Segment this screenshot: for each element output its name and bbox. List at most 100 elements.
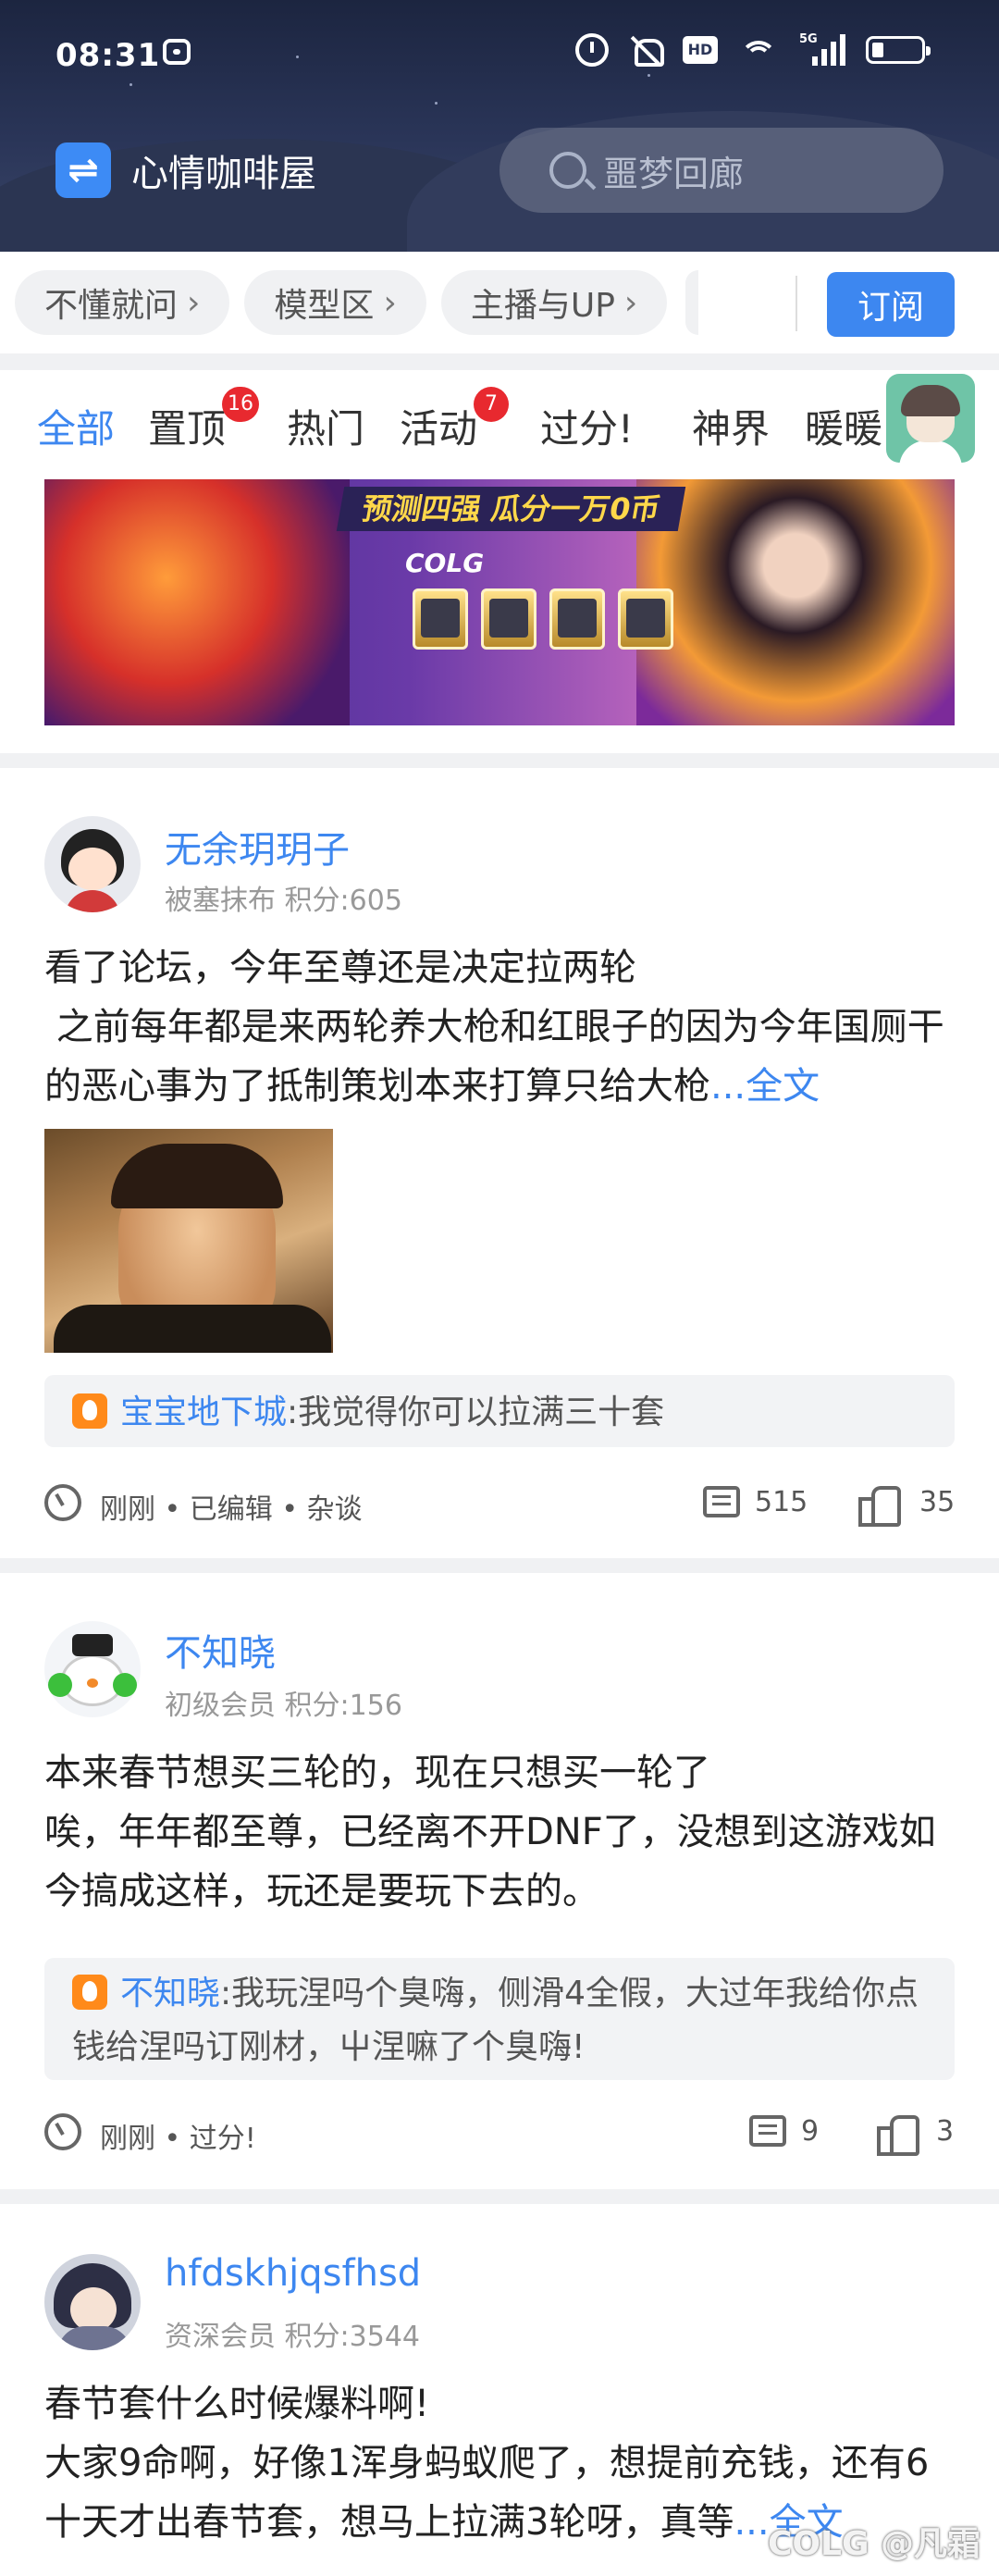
reply-username[interactable]: 不知晓 (120, 1975, 220, 2012)
tab-label: 置顶 (148, 406, 227, 452)
tab-hot[interactable]: 热门 (287, 398, 364, 454)
reply-username[interactable]: 宝宝地下城 (120, 1393, 287, 1431)
user-rank: 被塞抹布 (165, 885, 276, 917)
subscribe-button[interactable]: 订阅 (827, 272, 955, 337)
wifi-icon (738, 35, 779, 65)
banner-item-icon (413, 588, 468, 650)
chip-category[interactable]: 模型区 › (244, 270, 426, 335)
hot-reply[interactable]: 宝宝地下城:我觉得你可以拉满三十套 (44, 1375, 955, 1447)
divider (0, 353, 999, 370)
avatar[interactable] (44, 816, 141, 912)
avatar[interactable] (44, 1621, 141, 1717)
banner-item-icon (549, 588, 605, 650)
post-text-line: 看了论坛，今年至尊还是决定拉两轮 (44, 947, 636, 989)
status-bar: 08:31 HD 5G (0, 0, 999, 111)
like-icon[interactable] (858, 1484, 901, 1527)
tab-label: 活动 (400, 406, 478, 452)
reply-text: :我觉得你可以拉满三十套 (287, 1393, 665, 1431)
user-points: 积分:3544 (284, 2321, 421, 2353)
post-meta: 刚刚 • 已编辑 • 杂谈 (100, 1486, 363, 1527)
fire-icon (72, 1975, 107, 2010)
tab-pinned[interactable]: 置顶 16 (148, 387, 259, 454)
fire-icon (72, 1393, 107, 1429)
search-box[interactable]: 噩梦回廊 (500, 128, 944, 213)
post-user-meta: 初级会员 积分:156 (165, 1682, 402, 1723)
status-icons: HD 5G (575, 32, 931, 67)
chevron-right-icon: › (623, 283, 638, 322)
user-points: 积分:156 (284, 1690, 402, 1722)
post-meta-row: 刚刚 • 已编辑 • 杂谈 515 35 (44, 1475, 955, 1530)
like-count: 35 (919, 1486, 956, 1518)
switch-forum-icon[interactable] (56, 142, 111, 198)
tab-events[interactable]: 活动 7 (400, 387, 509, 454)
category-chip-bar: 不懂就问 › 模型区 › 主播与UP › 订阅 (0, 252, 999, 353)
status-time: 08:31 (56, 37, 161, 74)
chevron-right-icon: › (187, 283, 201, 322)
post-text-line: 本来春节想买三轮的，现在只想买一轮了 (44, 1752, 710, 1794)
divider (0, 1558, 999, 1573)
post-tags: • 已编辑 • 杂谈 (164, 1493, 363, 1526)
chip-category[interactable]: 不懂就问 › (15, 270, 230, 335)
post-user-meta: 被塞抹布 积分:605 (165, 877, 402, 918)
tab-badge: 16 (222, 387, 259, 422)
post-user-meta: 资深会员 积分:3544 (165, 2313, 420, 2354)
divider (0, 2189, 999, 2204)
tab-badge: 7 (474, 387, 509, 422)
promo-banner[interactable]: 预测四强 瓜分一万0币 COLG (44, 479, 955, 725)
mute-icon (629, 33, 664, 67)
banner-items (413, 588, 673, 650)
user-rank: 资深会员 (165, 2321, 276, 2353)
floating-avatar[interactable] (886, 374, 975, 463)
tab-all[interactable]: 全部 (37, 398, 115, 454)
comment-icon[interactable] (703, 1486, 740, 1517)
network-type: 5G (799, 32, 818, 46)
banner-item-icon (618, 588, 673, 650)
banner-character-right (636, 479, 955, 725)
banner-character-left (44, 479, 350, 725)
forum-header: 08:31 HD 5G 心情咖啡屋 噩梦回廊 (0, 0, 999, 252)
post-meta: 刚刚 • 过分! (100, 2115, 256, 2156)
post-username[interactable]: 无余玥玥子 (165, 820, 350, 873)
tab-too-much[interactable]: 过分! (540, 398, 634, 454)
chip-category-partial[interactable] (685, 270, 699, 335)
search-icon (549, 152, 586, 189)
post-card[interactable]: 不知晓 初级会员 积分:156 本来春节想买三轮的，现在只想买一轮了 唉，年年都… (0, 1573, 999, 2180)
avatar[interactable] (44, 2254, 141, 2350)
post-text-line: 春节套什么时候爆料啊! (44, 2383, 430, 2425)
post-time: 刚刚 (100, 1493, 155, 1526)
read-more-link[interactable]: ...全文 (710, 1065, 820, 1108)
post-text-line: 唉，年年都至尊，已经离不开DNF了，没想到这游戏如今搞成这样，玩还是要玩下去的。 (44, 1811, 936, 1913)
comment-count: 9 (801, 2115, 820, 2148)
post-text[interactable]: 看了论坛，今年至尊还是决定拉两轮 之前每年都是来两轮养大枪和红眼子的因为今年国厕… (44, 938, 960, 1116)
post-text-line: 之前每年都是来两轮养大枪和红眼子的因为今年国厕干的恶心事为了抵制策划本来打算只给… (44, 997, 960, 1116)
post-username[interactable]: hfdskhjqsfhsd (165, 2252, 421, 2295)
post-tags: • 过分! (164, 2123, 256, 2155)
divider (796, 276, 797, 331)
tab-bar: 全部 置顶16 热门 活动7 过分! 神界 暖暖 时装 (0, 370, 999, 479)
chip-category[interactable]: 主播与UP › (440, 270, 668, 335)
tab-nuannuan[interactable]: 暖暖 (805, 398, 882, 454)
battery-icon (866, 36, 931, 64)
forum-title-block[interactable]: 心情咖啡屋 (56, 142, 316, 198)
post-image[interactable] (44, 1129, 333, 1353)
chip-label: 主播与UP (470, 287, 615, 325)
clock-icon (44, 1484, 81, 1521)
divider (0, 753, 999, 768)
alarm-icon (575, 33, 609, 67)
post-time: 刚刚 (100, 2123, 155, 2155)
chip-label: 不懂就问 (44, 287, 179, 325)
chevron-right-icon: › (383, 283, 397, 322)
hd-icon: HD (683, 36, 718, 64)
post-text[interactable]: 本来春节想买三轮的，现在只想买一轮了 唉，年年都至尊，已经离不开DNF了，没想到… (44, 1743, 960, 1921)
chip-label: 模型区 (274, 287, 375, 325)
like-count: 3 (936, 2115, 955, 2148)
post-username[interactable]: 不知晓 (165, 1623, 276, 1677)
comment-icon[interactable] (749, 2115, 786, 2147)
signal-icon: 5G (799, 32, 845, 66)
comment-count: 515 (755, 1486, 808, 1518)
notification-icon (163, 39, 191, 65)
hot-reply[interactable]: 不知晓:我玩涅吗个臭嗨，侧滑4全假，大过年我给你点钱给涅吗订刚材，屮涅嘛了个臭嗨… (44, 1958, 955, 2080)
banner-logo: COLG (405, 548, 485, 578)
tab-shenjie[interactable]: 神界 (692, 398, 770, 454)
like-icon[interactable] (877, 2113, 919, 2156)
